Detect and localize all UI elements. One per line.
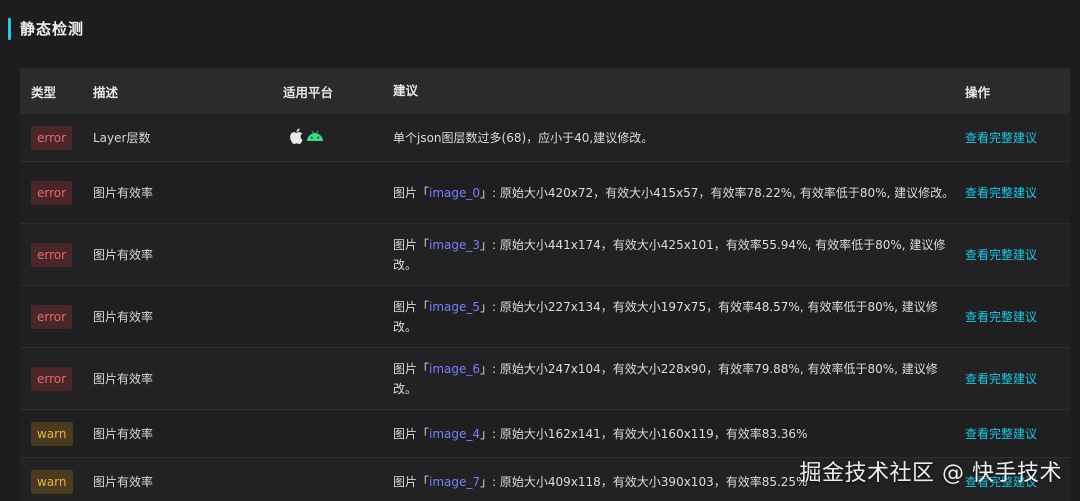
header-suggestion: 建议 — [393, 83, 419, 98]
desc-text: Layer层数 — [93, 131, 151, 145]
android-icon — [306, 130, 324, 145]
type-badge: warn — [31, 469, 73, 494]
header-operation: 操作 — [965, 84, 991, 100]
desc-text: 图片有效率 — [93, 310, 154, 324]
image-name: image_7 — [429, 474, 481, 489]
type-cell: error — [20, 125, 93, 150]
header-desc: 描述 — [93, 84, 119, 100]
section-accent-bar — [8, 18, 11, 40]
suggestion-cell: 图片「image_3」: 原始大小441x174，有效大小425x101，有效率… — [393, 235, 965, 275]
section-header: 静态检测 — [0, 0, 1080, 60]
desc-text: 图片有效率 — [93, 248, 154, 262]
operation-cell: 查看完整建议 — [965, 184, 1070, 201]
desc-cell: 图片有效率 — [93, 425, 283, 442]
table-row: error 图片有效率 图片「image_5」: 原始大小227x134，有效大小1… — [20, 286, 1070, 348]
type-cell: warn — [20, 421, 93, 446]
table-row: error 图片有效率 图片「image_6」: 原始大小247x104，有效大小2… — [20, 348, 1070, 410]
type-cell: error — [20, 304, 93, 329]
desc-cell: 图片有效率 — [93, 246, 283, 263]
view-full-suggestion-link[interactable]: 查看完整建议 — [965, 427, 1037, 441]
table-row: error Layer层数 单个json图层数过多(68)，应小于40,建议修改。 查… — [20, 114, 1070, 162]
suggestion-prefix: 单个json图层数过多(68)，应小于40,建议修改。 — [393, 130, 654, 145]
table-header: 类型 描述 适用平台 建议 操作 — [20, 68, 1070, 114]
view-full-suggestion-link[interactable]: 查看完整建议 — [965, 131, 1037, 145]
apple-icon — [289, 128, 303, 147]
type-cell: error — [20, 242, 93, 267]
desc-text: 图片有效率 — [93, 186, 154, 200]
section-title: 静态检测 — [20, 20, 85, 38]
static-check-table: 类型 描述 适用平台 建议 操作 error Layer层数 单个json图层数过多… — [20, 68, 1070, 501]
image-name: image_0 — [429, 185, 481, 200]
type-badge: error — [31, 125, 73, 150]
table-body: error Layer层数 单个json图层数过多(68)，应小于40,建议修改。查… — [20, 114, 1070, 501]
type-cell: warn — [20, 469, 93, 494]
image-name: image_5 — [429, 299, 481, 314]
suggestion-prefix: 图片「 — [393, 361, 430, 376]
operation-cell: 查看完整建议 — [965, 308, 1070, 325]
suggestion-cell: 图片「image_5」: 原始大小227x134，有效大小197x75，有效率4… — [393, 297, 965, 337]
desc-cell: Layer层数 — [93, 129, 283, 146]
desc-cell: 图片有效率 — [93, 184, 283, 201]
desc-text: 图片有效率 — [93, 475, 154, 489]
table-row: warn 图片有效率 图片「image_4」: 原始大小162x141，有效大小16… — [20, 410, 1070, 458]
table-row: error 图片有效率 图片「image_0」: 原始大小420x72，有效大小41… — [20, 162, 1070, 224]
suggestion-suffix: 」: 原始大小162x141，有效大小160x119，有效率83.36% — [480, 426, 808, 441]
operation-cell: 查看完整建议 — [965, 246, 1070, 263]
view-full-suggestion-link[interactable]: 查看完整建议 — [965, 310, 1037, 324]
type-cell: error — [20, 180, 93, 205]
suggestion-suffix: 」: 原始大小420x72，有效大小415x57，有效率78.22%, 有效率低… — [480, 185, 955, 200]
view-full-suggestion-link[interactable]: 查看完整建议 — [965, 186, 1037, 200]
platform-cell — [283, 128, 393, 147]
suggestion-cell: 图片「image_0」: 原始大小420x72，有效大小415x57，有效率78… — [393, 183, 965, 203]
suggestion-cell: 单个json图层数过多(68)，应小于40,建议修改。 — [393, 128, 965, 148]
type-badge: error — [31, 180, 73, 205]
suggestion-suffix: 」: 原始大小409x118，有效大小390x103，有效率85.25% — [480, 474, 808, 489]
image-name: image_3 — [429, 237, 481, 252]
desc-cell: 图片有效率 — [93, 370, 283, 387]
header-platform: 适用平台 — [283, 84, 334, 100]
operation-cell: 查看完整建议 — [965, 370, 1070, 387]
suggestion-cell: 图片「image_4」: 原始大小162x141，有效大小160x119，有效率… — [393, 424, 965, 444]
desc-cell: 图片有效率 — [93, 308, 283, 325]
table-row: error 图片有效率 图片「image_3」: 原始大小441x174，有效大小4… — [20, 224, 1070, 286]
suggestion-prefix: 图片「 — [393, 426, 430, 441]
view-full-suggestion-link[interactable]: 查看完整建议 — [965, 372, 1037, 386]
type-badge: error — [31, 366, 73, 391]
operation-cell: 查看完整建议 — [965, 425, 1070, 442]
type-badge: warn — [31, 421, 73, 446]
watermark: 掘金技术社区 @ 快手技术 — [799, 461, 1062, 486]
type-cell: error — [20, 366, 93, 391]
desc-text: 图片有效率 — [93, 372, 154, 386]
desc-cell: 图片有效率 — [93, 473, 283, 490]
header-type: 类型 — [31, 84, 57, 100]
suggestion-cell: 图片「image_6」: 原始大小247x104，有效大小228x90，有效率7… — [393, 359, 965, 399]
suggestion-prefix: 图片「 — [393, 185, 430, 200]
type-badge: error — [31, 242, 73, 267]
image-name: image_4 — [429, 426, 481, 441]
suggestion-prefix: 图片「 — [393, 237, 430, 252]
view-full-suggestion-link[interactable]: 查看完整建议 — [965, 248, 1037, 262]
suggestion-prefix: 图片「 — [393, 299, 430, 314]
type-badge: error — [31, 304, 73, 329]
desc-text: 图片有效率 — [93, 427, 154, 441]
operation-cell: 查看完整建议 — [965, 129, 1070, 146]
image-name: image_6 — [429, 361, 481, 376]
platform-icons — [283, 128, 393, 147]
suggestion-prefix: 图片「 — [393, 474, 430, 489]
